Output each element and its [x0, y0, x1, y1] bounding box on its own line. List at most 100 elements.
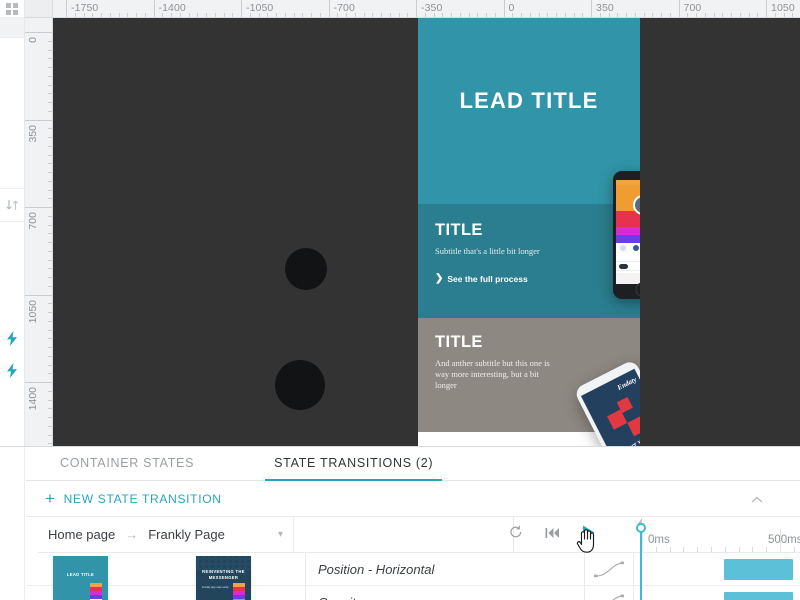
section-two-link-label: See the full process — [447, 273, 528, 284]
ruler-tick-minor — [258, 13, 260, 17]
transition-from: Home page — [48, 527, 116, 542]
keyframe-bar[interactable] — [724, 559, 793, 580]
ruler-tick-minor — [722, 13, 724, 17]
phone-one-band-purple — [616, 235, 640, 243]
ruler-tick-minor — [442, 13, 444, 17]
ruler-tick-minor — [48, 224, 52, 226]
ruler-tick-minor — [372, 13, 374, 17]
ruler-tick-minor — [118, 13, 120, 17]
ruler-tick-major: 1050 — [766, 0, 795, 17]
section-three-title: TITLE — [435, 333, 483, 351]
arrow-right-icon: → — [125, 527, 139, 542]
tab-state-transitions[interactable]: STATE TRANSITIONS (2) — [265, 446, 443, 481]
ruler-tick-minor — [48, 355, 52, 357]
ruler-tick-minor — [48, 277, 52, 278]
playhead-handle[interactable] — [636, 523, 646, 533]
easing-curve-button[interactable] — [584, 553, 634, 586]
ruler-tick-minor — [48, 75, 52, 77]
grid-view-button[interactable] — [0, 0, 24, 18]
ruler-tick-minor — [494, 13, 496, 17]
ruler-tick-minor — [634, 13, 636, 17]
timeline-tick — [655, 547, 657, 552]
ruler-tick-major: -1400 — [153, 0, 186, 17]
ruler-tick-minor — [48, 154, 52, 156]
ruler-tick-major: 700 — [678, 0, 701, 17]
ruler-tick-minor — [696, 13, 697, 17]
ruler-tick-minor — [48, 347, 52, 348]
ruler-tick-major: 1050 — [25, 294, 52, 323]
transition-to: Frankly Page — [148, 527, 225, 542]
chevron-right-icon: ❯ — [435, 273, 444, 284]
property-row-opacity: Opacity — [26, 586, 800, 600]
ruler-tick-minor — [48, 320, 52, 322]
ruler-tick-major: 700 — [25, 207, 52, 230]
ruler-tick-minor — [48, 268, 52, 270]
left-toolbar — [0, 0, 25, 446]
app-root: -1750 -1400 -1050 -700 -350 0 350 700 1050 1400 0… — [0, 0, 800, 600]
sort-arrows-button[interactable] — [0, 189, 24, 221]
property-label: Opacity — [318, 586, 362, 600]
timeline-ruler[interactable]: 0ms 500ms — [608, 517, 800, 553]
property-track[interactable] — [634, 553, 800, 586]
new-state-transition-label: NEW STATE TRANSITION — [63, 491, 222, 506]
state-transition-2-button[interactable] — [0, 354, 24, 386]
timeline-label-500ms: 500ms — [768, 534, 800, 546]
canvas-shape-circle-2[interactable] — [275, 360, 325, 410]
ruler-tick-minor — [48, 434, 52, 436]
lightning-bolt-icon — [6, 330, 18, 346]
ruler-tick-minor — [792, 13, 794, 17]
timeline-major-tick — [780, 529, 781, 552]
ruler-tick-minor — [346, 13, 347, 17]
property-label: Position - Horizontal — [318, 562, 435, 577]
ruler-tick-minor — [171, 13, 172, 17]
section-two-link[interactable]: ❯ See the full process — [435, 273, 528, 284]
chevron-down-icon[interactable]: ▾ — [278, 529, 283, 540]
ruler-tick-minor — [48, 102, 52, 103]
phone-one-band-red — [616, 211, 640, 227]
ruler-tick-major: 1400 — [25, 382, 52, 410]
design-canvas[interactable]: LEAD TITLE TITLE Subtitle that's a littl… — [53, 18, 800, 446]
ruler-tick-minor — [101, 13, 102, 17]
transition-selector[interactable]: Home page → Frankly Page ▾ — [38, 517, 294, 553]
state-transition-1-button[interactable] — [0, 322, 24, 354]
ruler-tick-minor — [48, 329, 52, 331]
ruler-tick-major: -1050 — [241, 0, 273, 17]
loop-button[interactable] — [509, 525, 523, 544]
panel-collapse-button[interactable] — [748, 491, 766, 509]
ruler-tick-minor — [48, 128, 52, 130]
ruler-tick-minor — [284, 13, 286, 17]
ruler-tick-minor — [424, 13, 426, 17]
ruler-tick-minor — [774, 13, 776, 17]
ruler-tick-minor — [48, 93, 52, 95]
ruler-tick-minor — [337, 13, 339, 17]
skip-start-button[interactable] — [545, 526, 560, 544]
ruler-tick-minor — [232, 13, 234, 17]
ruler-tick-minor — [48, 312, 52, 313]
new-state-transition-button[interactable]: + NEW STATE TRANSITION — [45, 490, 222, 507]
timeline-playhead[interactable] — [636, 523, 646, 600]
horizontal-ruler[interactable]: -1750-1400-1050-700-350035070010501400 — [53, 0, 800, 18]
ruler-tick-minor — [136, 13, 137, 17]
vertical-ruler[interactable]: 0350700105014001750 — [25, 18, 53, 446]
timeline-tick — [711, 547, 712, 552]
ruler-tick-minor — [48, 373, 52, 375]
phone-one-tab-bar — [616, 273, 640, 284]
ruler-tick-minor — [381, 13, 382, 17]
play-button[interactable] — [582, 525, 596, 545]
tab-container-states[interactable]: CONTAINER STATES — [51, 446, 203, 480]
ease-in-out-curve-icon — [612, 594, 624, 600]
ruler-tick-minor — [48, 417, 52, 418]
ruler-tick-minor — [48, 189, 52, 191]
ruler-tick-minor — [48, 67, 52, 68]
property-track[interactable] — [634, 586, 800, 600]
keyframe-bar[interactable] — [724, 592, 793, 600]
ruler-tick-minor — [197, 13, 199, 17]
ruler-tick-minor — [564, 13, 566, 17]
easing-curve-button[interactable] — [584, 586, 634, 600]
canvas-shape-circle-1[interactable] — [285, 248, 327, 290]
ruler-tick-minor — [398, 13, 400, 17]
artboard-home-page[interactable]: LEAD TITLE TITLE Subtitle that's a littl… — [418, 18, 640, 446]
panel-left-gutter — [0, 447, 25, 600]
ruler-tick-label: 700 — [683, 2, 702, 14]
ruler-tick-minor — [214, 13, 216, 17]
